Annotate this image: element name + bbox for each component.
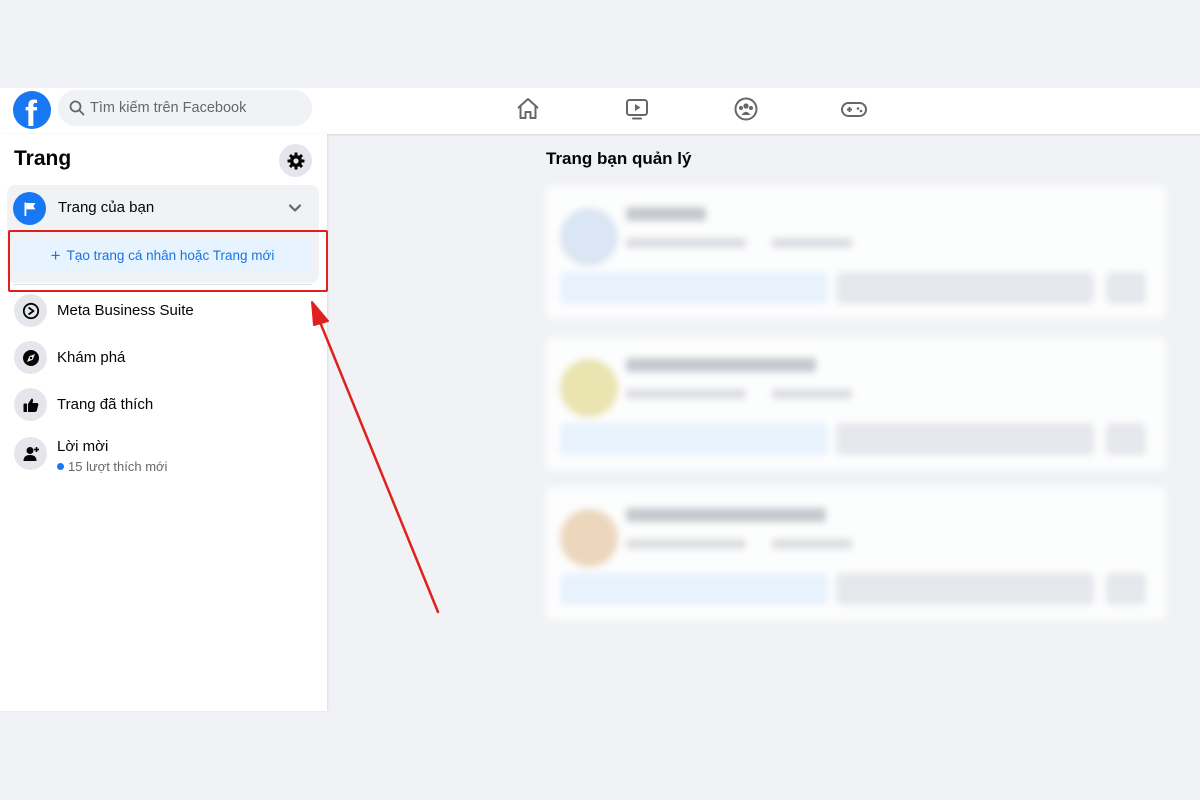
annotation-arrow [311, 301, 440, 614]
